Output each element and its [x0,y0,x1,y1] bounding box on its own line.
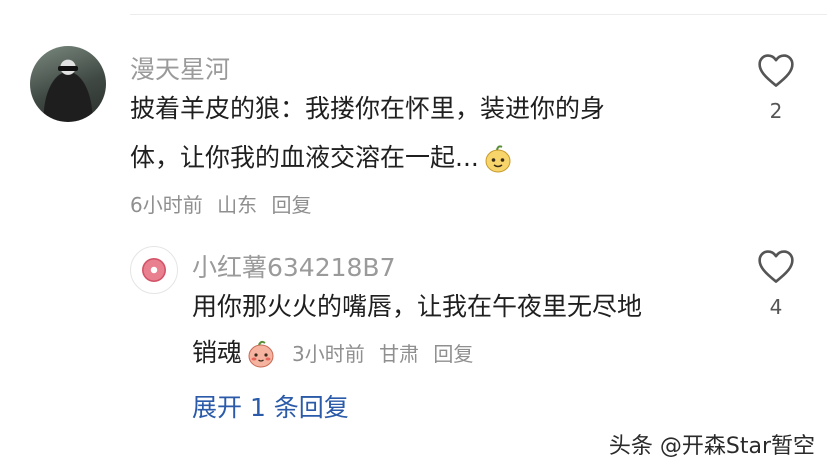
top-divider [130,14,827,15]
smirk-sticker-emoji [485,145,511,173]
commenter-username[interactable]: 漫天星河 [130,50,230,86]
watermark: 头条 @开森Star暂空 [608,434,815,459]
replier-avatar[interactable] [130,246,178,294]
reply-text-line1: 用你那火火的嘴唇，让我在午夜里无尽地 [192,292,643,321]
reply-meta: 3小时前 甘肃 回复 [292,342,473,366]
comment-meta: 6小时前 山东 回复 [130,189,311,218]
comment-text-line2: 体，让你我的血液交溶在一起... [130,143,479,172]
expand-replies-link[interactable]: 展开 1 条回复 [192,388,349,424]
commenter-avatar[interactable] [30,46,106,122]
blush-sticker-emoji [248,340,274,368]
comment-text-line2-wrap: 体，让你我的血液交溶在一起... [130,137,513,179]
comment-location: 山东 [217,193,258,217]
comment-text-line1: 披着羊皮的狼：我搂你在怀里，装进你的身 [130,94,606,123]
reply-text-line2-wrap: 销魂 3小时前 甘肃 回复 [192,332,473,375]
reply-time: 3小时前 [291,342,365,366]
reply-reply-button[interactable]: 回复 [433,342,473,366]
replier-username[interactable]: 小红薯634218B7 [192,248,396,284]
reply-location: 甘肃 [379,342,420,366]
comment-reply-button[interactable]: 回复 [271,193,311,217]
heart-icon[interactable] [756,52,796,88]
reply-text-line2: 销魂 [192,338,243,367]
comment-time: 6小时前 [130,193,203,217]
like-count: 2 [769,99,783,123]
heart-icon[interactable] [756,248,796,284]
like-count: 4 [769,295,783,319]
